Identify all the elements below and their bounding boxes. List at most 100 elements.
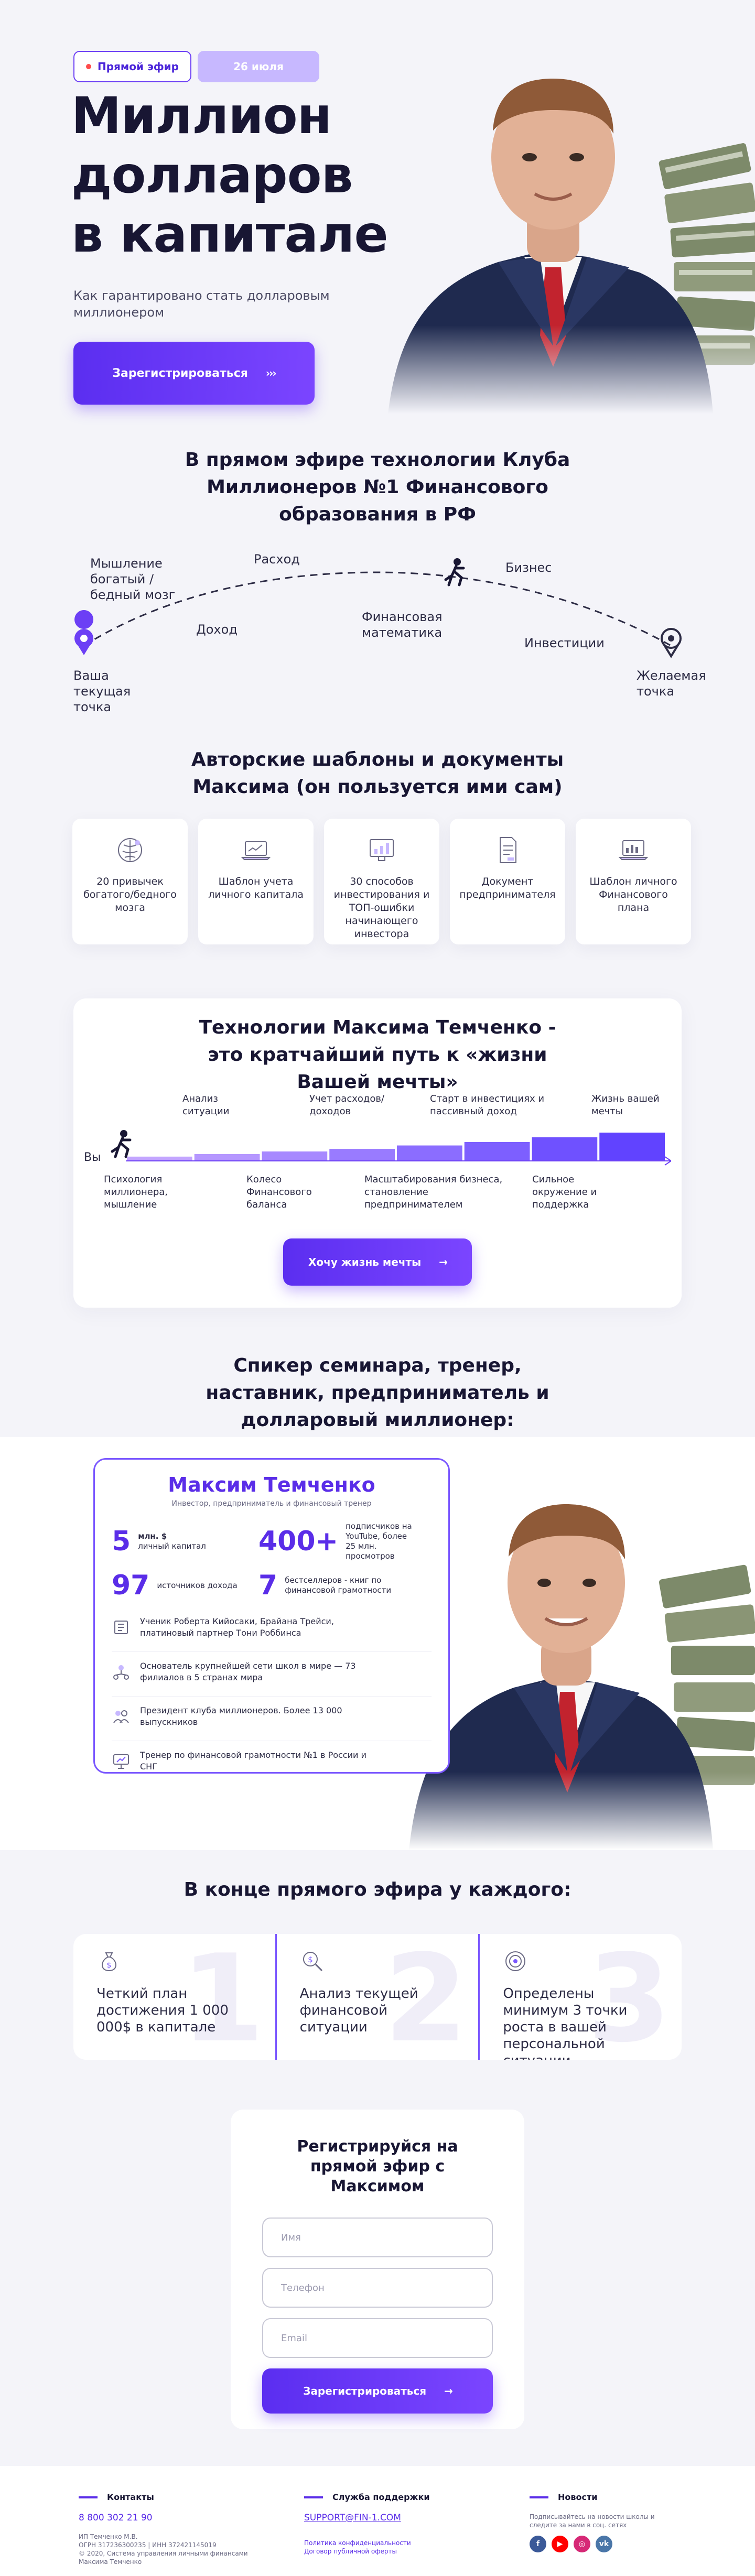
template-label: 30 способов инвестирования и ТОП-ошибки …	[333, 876, 430, 940]
tech-step	[127, 1156, 192, 1161]
hero-register-label: Зарегистрироваться	[112, 366, 248, 380]
stat-value: 97	[112, 1570, 150, 1601]
result-text: Определены минимум 3 точки роста в вашей…	[503, 1986, 628, 2060]
arrow-right-icon: →	[439, 1256, 448, 1268]
legal-line: © 2020, Система управления личными финан…	[79, 2550, 248, 2557]
route-label-investments: Инвестиции	[524, 636, 605, 650]
stat-value: 400+	[258, 1526, 339, 1557]
hero-tags: Прямой эфир 26 июля	[73, 51, 319, 82]
route-section: В прямом эфире технологии Клуба Миллионе…	[0, 447, 755, 740]
tech-step	[532, 1137, 598, 1161]
fact-text: Тренер по финансовой грамотности №1 в Ро…	[140, 1750, 366, 1771]
magnifier-dollar-icon: $	[303, 1952, 322, 1972]
email-field[interactable]	[262, 2318, 493, 2358]
hero-title: Миллион долларов в капитале	[71, 86, 407, 264]
name-field[interactable]	[262, 2218, 493, 2257]
templates-title-text: Авторские шаблоны и документы Максима (о…	[191, 749, 564, 798]
hero-subtitle: Как гарантировано стать долларовым милли…	[73, 288, 330, 320]
vk-icon[interactable]: vk	[596, 2536, 612, 2552]
fact-text: Президент клуба миллионеров. Более 13 00…	[140, 1705, 342, 1727]
stat-subscribers: 400+ подписчиков на YouTube, более 25 мл…	[258, 1521, 416, 1561]
instagram-icon[interactable]: ◎	[574, 2536, 590, 2552]
tech-step	[397, 1145, 462, 1161]
tech-bottom-label-2: Колесо Финансового баланса	[246, 1174, 312, 1210]
templates-list: 20 привычек богатого/бедного мозга Шабло…	[72, 819, 691, 944]
tech-top-label-3: Старт в инвестициях и пассивный доход	[430, 1093, 545, 1117]
live-badge: Прямой эфир	[73, 51, 191, 82]
runner-icon	[444, 558, 465, 586]
tech-bottom-label-4: Сильное окружение и поддержка	[532, 1174, 597, 1210]
tech-step	[464, 1142, 530, 1161]
heading-bar	[530, 2496, 548, 2498]
youtube-icon[interactable]: ▶	[552, 2536, 568, 2552]
hero-title-line-3: в капитале	[71, 205, 389, 264]
facebook-icon[interactable]: f	[530, 2536, 546, 2552]
route-title-text: В прямом эфире технологии Клуба Миллионе…	[185, 449, 570, 525]
speaker-card: Максим Темченко Инвестор, предпринимател…	[93, 1458, 450, 1774]
landing-page: Прямой эфир 26 июля Миллион долларов в к…	[0, 0, 755, 2576]
speaker-facts: Ученик Роберта Кийосаки, Брайана Трейси,…	[112, 1616, 432, 1773]
svg-text:$: $	[107, 1961, 112, 1970]
stat-caption-text: личный капитал	[138, 1541, 206, 1551]
templates-title: Авторские шаблоны и документы Максима (о…	[0, 746, 755, 801]
support-email-link[interactable]: SUPPORT@FIN-1.COM	[304, 2513, 493, 2523]
hero-title-line-1: Миллион	[71, 86, 332, 145]
result-text: Четкий план достижения 1 000 000$ в капи…	[96, 1986, 229, 2035]
footer-contacts: Контакты 8 800 302 21 90 ИП Темченко М.В…	[79, 2492, 267, 2566]
template-card-entrepreneur: Документ предпринимателя	[450, 819, 565, 944]
registration-form: Регистрируйся на прямой эфир с Максимом …	[231, 2110, 524, 2429]
stat-income-sources: 97 источников дохода	[112, 1571, 248, 1600]
templates-section: Авторские шаблоны и документы Максима (о…	[0, 739, 755, 959]
result-item: 3 Определены минимум 3 точки роста в ваш…	[478, 1934, 682, 2060]
privacy-policy-link[interactable]: Политика конфиденциальности	[304, 2539, 493, 2547]
results-title: В конце прямого эфира у каждого:	[184, 1879, 571, 1900]
stat-value: 7	[258, 1570, 278, 1601]
template-label: Шаблон учета личного капитала	[208, 876, 304, 900]
document-icon	[500, 837, 516, 863]
footer-news-text: Подписывайтесь на новости школы и следит…	[530, 2513, 655, 2529]
footer-news: Новости Подписывайтесь на новости школы …	[530, 2492, 687, 2552]
route-label-mind: Мышление богатый / бедный мозг	[90, 556, 176, 602]
tech-step	[194, 1154, 260, 1161]
stat-caption: источников дохода	[157, 1580, 238, 1590]
dream-life-button[interactable]: Хочу жизнь мечты →	[283, 1238, 472, 1286]
form-submit-button[interactable]: Зарегистрироваться →	[262, 2368, 493, 2414]
fact-text: Ученик Роберта Кийосаки, Брайана Трейси,…	[140, 1616, 334, 1638]
stat-capital: 5 млн. $ личный капитал	[112, 1521, 248, 1561]
stat-unit: млн. $	[138, 1531, 167, 1541]
presentation-icon	[113, 1754, 129, 1769]
tech-top-label-4: Жизнь вашей мечты	[591, 1093, 660, 1117]
speaker-stats: 5 млн. $ личный капитал 400+ подписчиков …	[112, 1521, 432, 1600]
legal-line: ОГРН 317236300235 | ИНН 372421145019	[79, 2541, 217, 2549]
legal-line: ИП Темченко М.В.	[79, 2533, 138, 2540]
stat-number: 5	[112, 1527, 131, 1556]
fact-item: Основатель крупнейшей сети школ в мире —…	[112, 1651, 432, 1683]
tech-section: Технологии Максима Темченко - это кратча…	[73, 998, 682, 1308]
fact-item: Ученик Роберта Кийосаки, Брайана Трейси,…	[112, 1616, 432, 1639]
policy-links: Политика конфиденциальности Договор публ…	[304, 2539, 493, 2556]
stat-books: 7 бестселлеров - книг по финансовой грам…	[258, 1571, 416, 1600]
hero-register-button[interactable]: Зарегистрироваться ›››	[73, 342, 315, 405]
route-label-business: Бизнес	[505, 560, 552, 575]
results-card: 1 $ Четкий план достижения 1 000 000$ в …	[73, 1934, 682, 2060]
date-badge: 26 июля	[198, 51, 319, 82]
tech-you-label: Вы	[84, 1151, 101, 1164]
footer-phone-link[interactable]: 8 800 302 21 90	[79, 2513, 267, 2523]
laptop-icon	[241, 841, 271, 860]
footer-contacts-heading: Контакты	[79, 2492, 267, 2502]
book-icon	[114, 1621, 128, 1634]
template-label: 20 привычек богатого/бедного мозга	[83, 876, 177, 914]
tech-step	[599, 1133, 665, 1161]
phone-field[interactable]	[262, 2268, 493, 2308]
public-offer-link[interactable]: Договор публичной оферты	[304, 2547, 493, 2556]
dream-life-button-label: Хочу жизнь мечты	[308, 1256, 422, 1268]
live-dot-icon	[86, 64, 91, 69]
stat-value: 5	[112, 1526, 131, 1557]
heading-bar	[79, 2496, 98, 2498]
tech-bottom-label-3: Масштабирования бизнеса, становление пре…	[364, 1174, 503, 1210]
fact-item: Президент клуба миллионеров. Более 13 00…	[112, 1696, 432, 1728]
laptop-chart-icon	[618, 840, 649, 860]
footer-contacts-title: Контакты	[107, 2492, 154, 2502]
target-icon	[505, 1951, 526, 1971]
footer-legal: ИП Темченко М.В. ОГРН 317236300235 | ИНН…	[79, 2532, 267, 2566]
